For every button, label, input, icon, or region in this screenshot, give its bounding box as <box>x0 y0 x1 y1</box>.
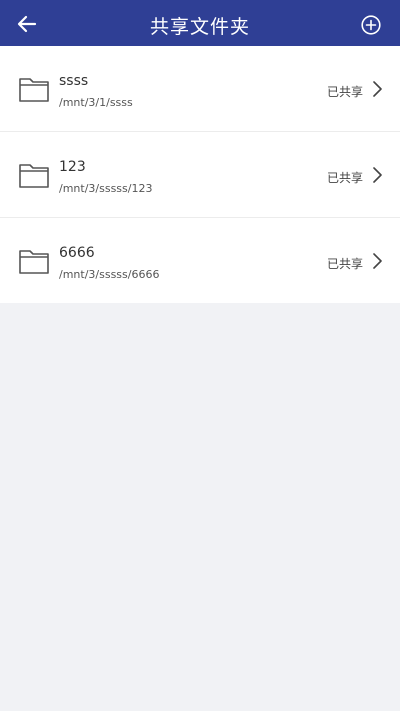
folder-name: ssss <box>59 73 89 89</box>
folder-icon <box>19 78 49 102</box>
app-header: 共享文件夹 <box>0 0 400 46</box>
folder-row[interactable]: 123 /mnt/3/sssss/123 已共享 <box>0 132 400 218</box>
plus-circle-icon[interactable] <box>361 15 381 35</box>
shared-folder-list: ssss /mnt/3/1/ssss 已共享 123 /mnt/3/sssss/… <box>0 46 400 303</box>
page-title: 共享文件夹 <box>149 16 250 38</box>
share-status: 已共享 <box>326 171 363 185</box>
share-status: 已共享 <box>326 85 363 99</box>
folder-path: /mnt/3/sssss/6666 <box>59 268 160 281</box>
chevron-right-icon <box>373 167 382 183</box>
folder-icon <box>19 250 49 274</box>
folder-name: 123 <box>59 159 86 175</box>
share-status: 已共享 <box>326 257 363 271</box>
folder-row[interactable]: ssss /mnt/3/1/ssss 已共享 <box>0 46 400 132</box>
chevron-right-icon <box>373 253 382 269</box>
folder-path: /mnt/3/sssss/123 <box>59 182 153 195</box>
folder-path: /mnt/3/1/ssss <box>59 96 133 109</box>
folder-icon <box>19 164 49 188</box>
folder-name: 6666 <box>59 245 95 261</box>
chevron-right-icon <box>373 81 382 97</box>
folder-row[interactable]: 6666 /mnt/3/sssss/6666 已共享 <box>0 218 400 303</box>
